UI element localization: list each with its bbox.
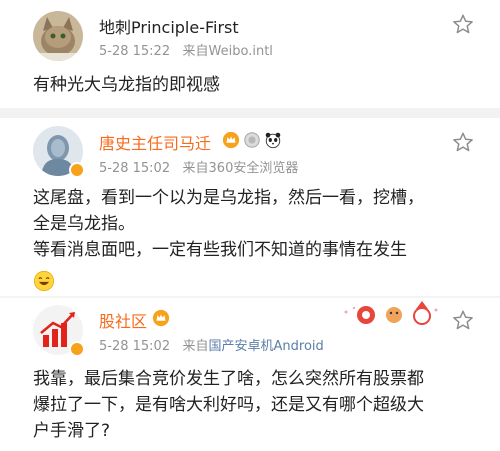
- comment-text: 这尾盘，看到一个以为是乌龙指，然后一看，挖槽， 全是乌龙指。 等看消息面吧，一定…: [33, 185, 424, 263]
- text-line: 这尾盘，看到一个以为是乌龙指，然后一看，挖槽，: [33, 188, 424, 208]
- comment-1: 地刺Principle-First 5-28 15:22 来自Weibo.int…: [0, 0, 500, 118]
- post-time: 5-28 15:02: [99, 161, 171, 176]
- comment-3: 股社区 5-28 15:02 来自国产安卓机Android 我靠，最后集合竞价发…: [0, 298, 500, 451]
- star-icon[interactable]: [452, 309, 474, 331]
- post-time: 5-28 15:02: [99, 339, 171, 354]
- avatar[interactable]: [33, 11, 83, 61]
- text-line: 全是乌龙指。: [33, 214, 135, 234]
- author-name[interactable]: 唐史主任司马迁: [99, 130, 211, 154]
- post-source[interactable]: 国产安卓机Android: [209, 339, 324, 354]
- source-prefix: 来自: [182, 339, 209, 354]
- text-line: 户手滑了?: [33, 421, 111, 441]
- post-source: 360安全浏览器: [208, 161, 299, 176]
- author-name[interactable]: 地刺Principle-First: [99, 14, 239, 38]
- post-meta: 5-28 15:22 来自Weibo.intl: [99, 40, 273, 59]
- post-meta: 5-28 15:02 来自360安全浏览器: [99, 157, 298, 176]
- source-prefix: 来自: [182, 44, 209, 59]
- post-time: 5-28 15:22: [99, 44, 171, 59]
- author-name[interactable]: 股社区: [99, 308, 147, 332]
- vip-crown-icon: [152, 309, 170, 327]
- post-meta: 5-28 15:02 来自国产安卓机Android: [99, 335, 324, 354]
- comment-text: 我靠，最后集合竞价发生了啥，怎么突然所有股票都 爆拉了一下，是有啥大利好吗，还是…: [33, 366, 424, 444]
- vip-crown-icon: [222, 131, 240, 149]
- post-source: Weibo.intl: [208, 44, 273, 59]
- divider: [0, 108, 500, 118]
- laugh-emoji-icon: [33, 270, 55, 292]
- text-line: 有种光大乌龙指的即视感: [33, 75, 220, 95]
- star-icon[interactable]: [452, 131, 474, 153]
- panda-icon: [265, 132, 281, 149]
- medal-icon: [244, 132, 260, 148]
- verified-badge-icon: [69, 341, 85, 357]
- text-line: 等看消息面吧，一定有些我们不知道的事情在发生: [33, 240, 407, 260]
- comment-2: 唐史主任司马迁 5-28 15:02 来自360安全浏览器 这尾盘，看到一个以为…: [0, 118, 500, 298]
- verified-badge-icon: [69, 162, 85, 178]
- card-decoration-icon: [344, 301, 438, 325]
- text-line: 爆拉了一下，是有啥大利好吗，还是又有哪个超级大: [33, 395, 424, 415]
- star-icon[interactable]: [452, 13, 474, 35]
- source-prefix: 来自: [182, 161, 209, 176]
- comment-text: 有种光大乌龙指的即视感: [33, 72, 220, 98]
- text-line: 我靠，最后集合竞价发生了啥，怎么突然所有股票都: [33, 369, 424, 389]
